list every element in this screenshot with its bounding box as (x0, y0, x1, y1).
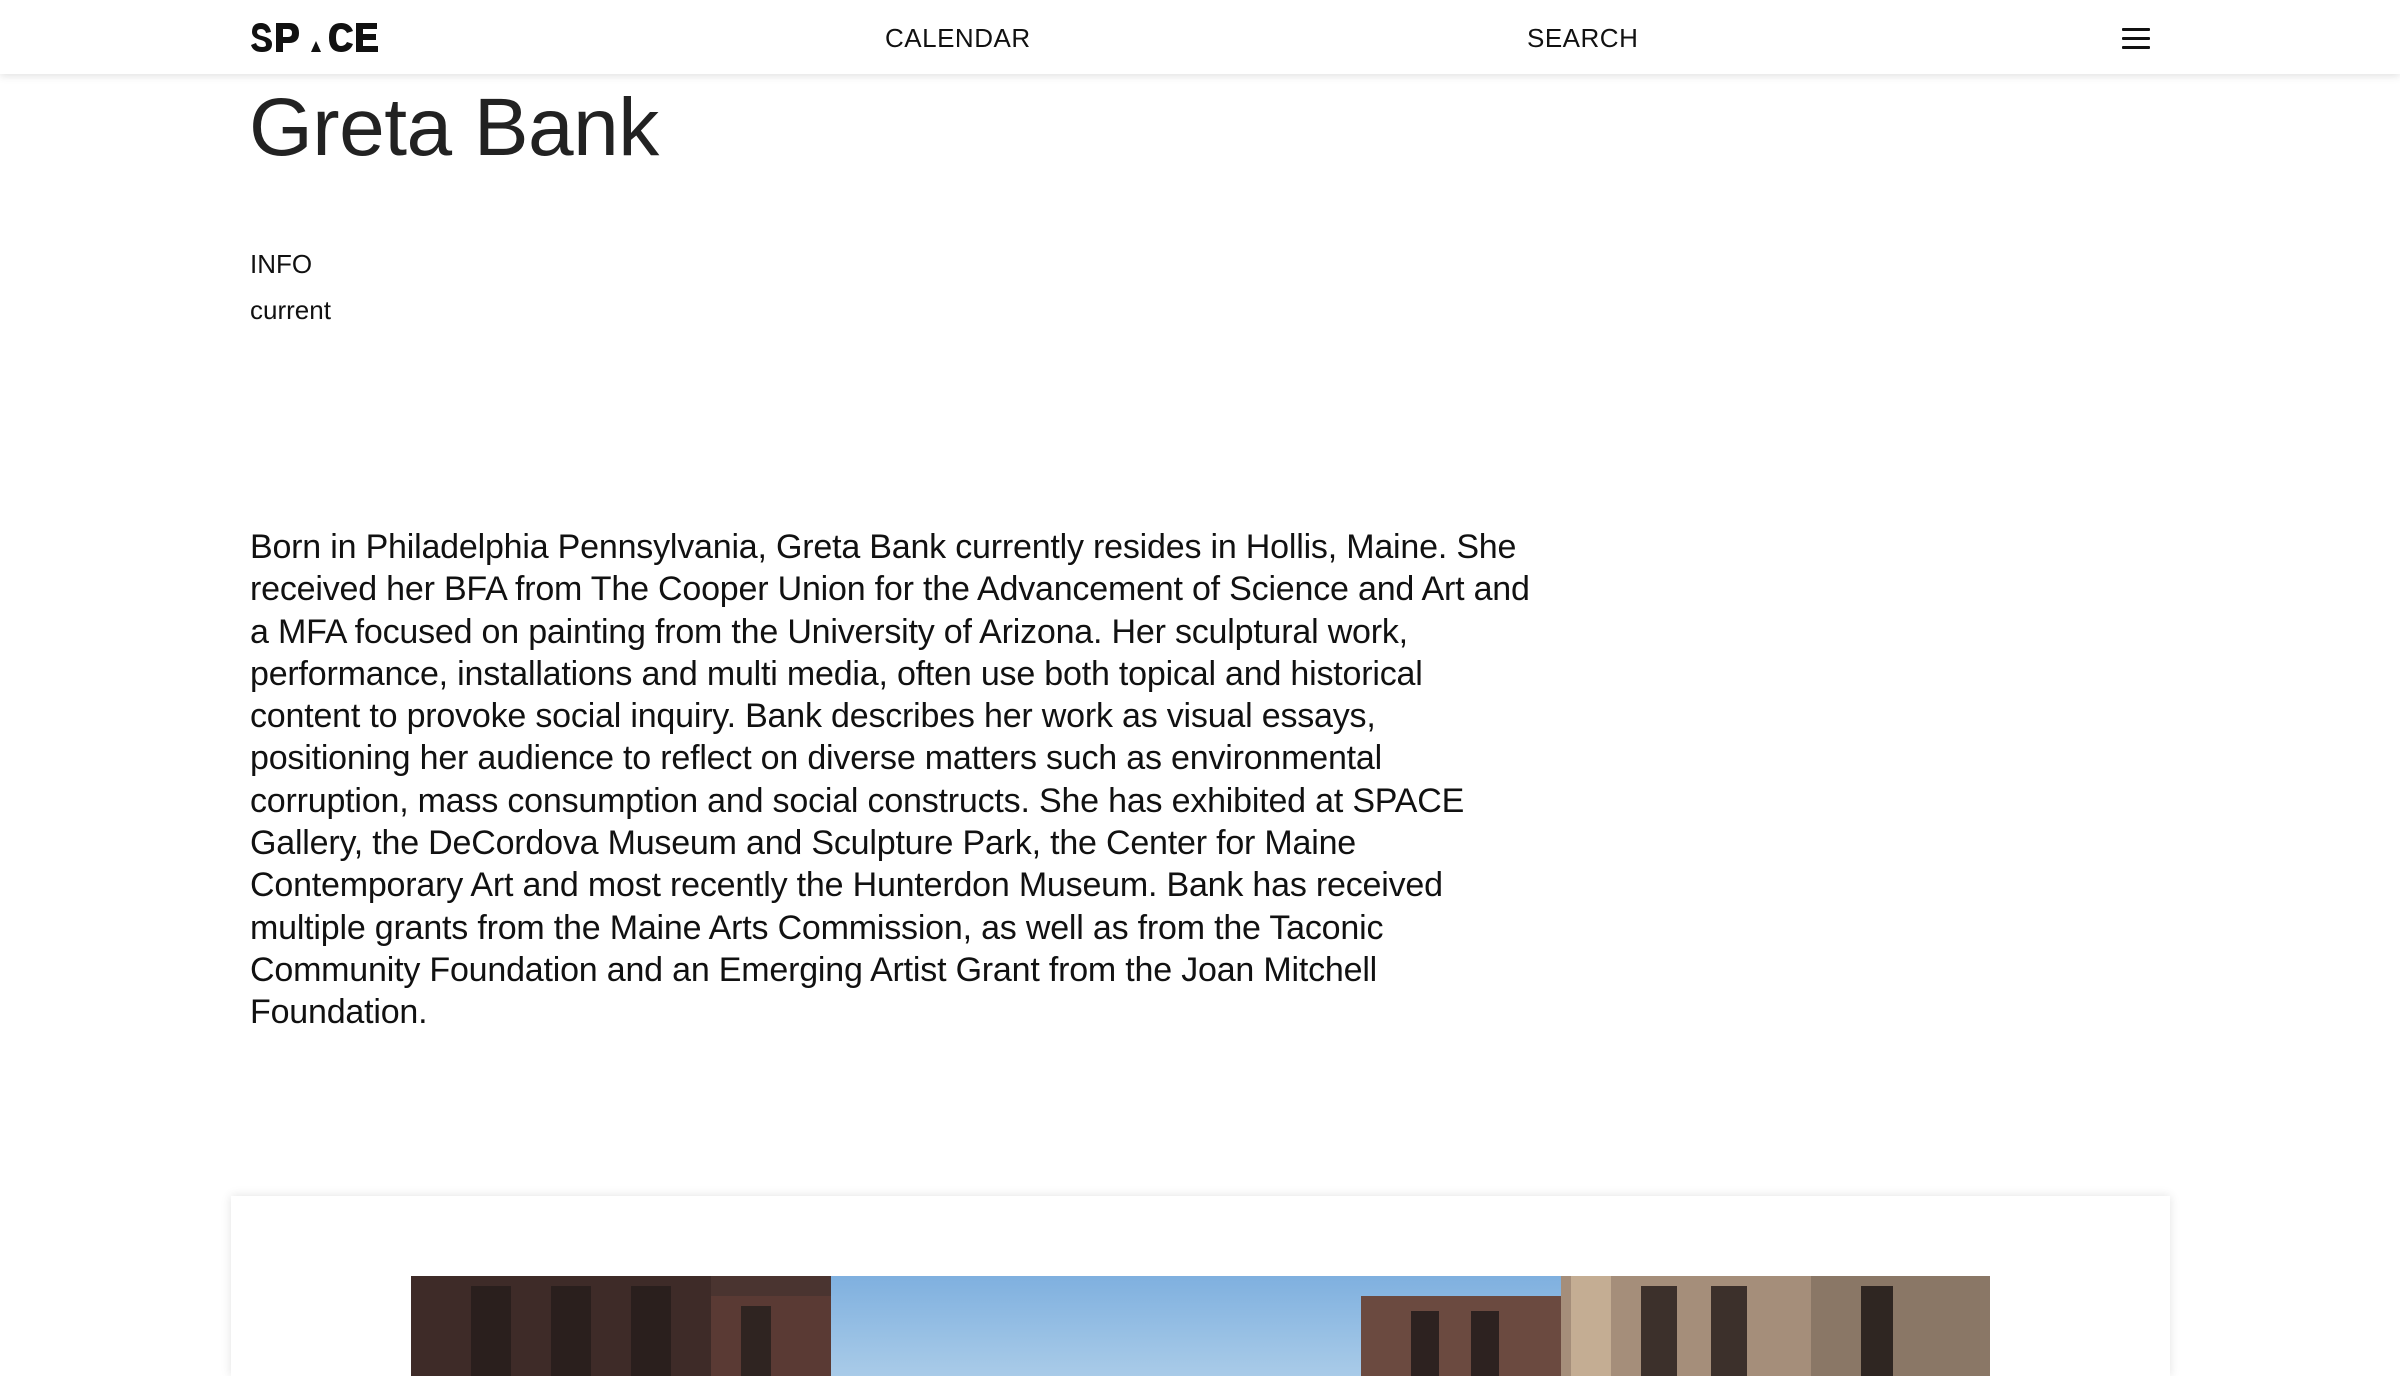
nav-search-link[interactable]: SEARCH (1527, 22, 1638, 54)
nav-calendar-link[interactable]: CALENDAR (885, 22, 1031, 54)
street-photo-image (411, 1276, 1990, 1376)
artwork-photo[interactable] (411, 1276, 1990, 1376)
status-label: current (250, 295, 331, 325)
site-header: CALENDAR SEARCH (0, 0, 2400, 74)
hamburger-line (2122, 28, 2150, 31)
info-label: INFO (250, 249, 313, 279)
space-logo-mark (251, 23, 378, 52)
hamburger-line (2122, 46, 2150, 49)
artist-bio: Born in Philadelphia Pennsylvania, Greta… (250, 528, 1530, 1032)
image-card (231, 1196, 2170, 1376)
hamburger-icon[interactable] (2122, 28, 2150, 50)
space-logo[interactable] (249, 18, 389, 56)
hamburger-line (2122, 37, 2150, 40)
page-title: Greta Bank (249, 82, 659, 173)
